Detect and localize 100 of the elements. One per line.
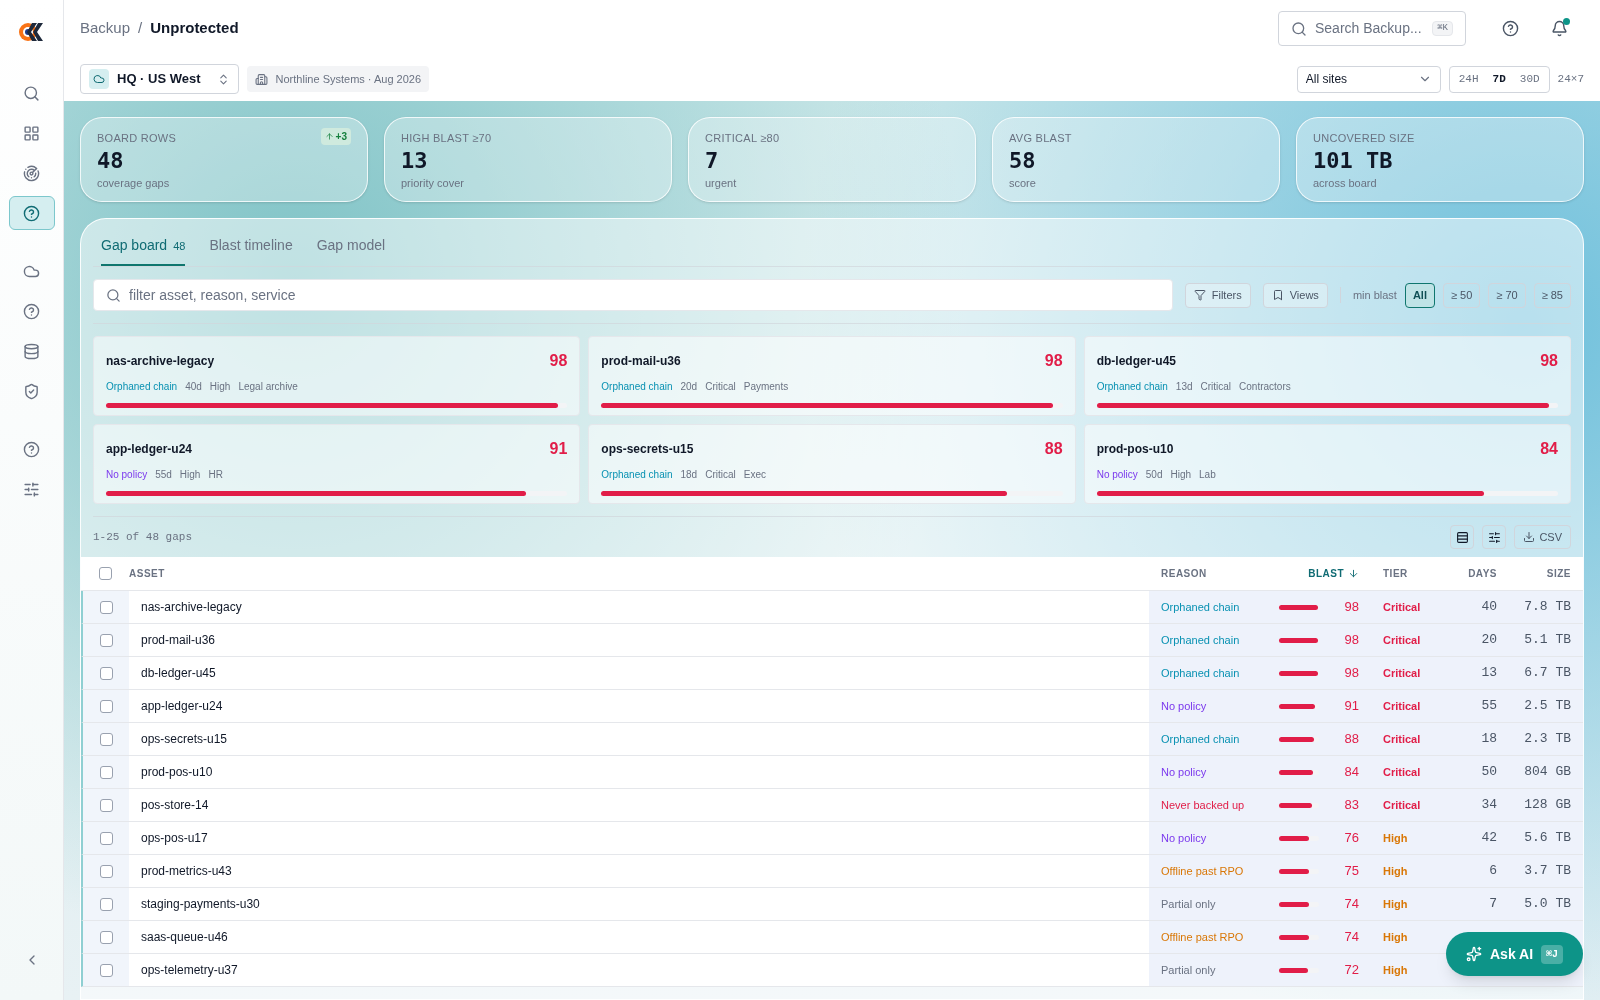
column-header[interactable]: BLAST xyxy=(1273,566,1359,581)
days-text: 50d xyxy=(1145,468,1163,482)
blast-cell-text: 84 xyxy=(1343,763,1359,782)
days-text: 55d xyxy=(155,468,172,482)
radar-icon xyxy=(23,164,40,182)
shield-check-icon xyxy=(23,382,40,400)
bookmark-icon xyxy=(1271,289,1284,301)
rows-icon xyxy=(1455,530,1469,544)
column-header[interactable]: REASON xyxy=(1149,566,1273,581)
tab[interactable]: Blast timeline xyxy=(209,227,293,266)
column-header[interactable]: DAYS xyxy=(1435,566,1497,581)
min-blast-label: min blast xyxy=(1352,287,1397,303)
sites-dropdown[interactable]: All sites xyxy=(1296,65,1441,93)
range-option[interactable]: 30D xyxy=(1512,68,1547,90)
filter-field[interactable]: filter asset, reason, service xyxy=(93,279,1173,311)
grid-icon xyxy=(23,124,40,142)
reason-text: Orphaned chain xyxy=(601,380,673,394)
filters-button[interactable]: Filters xyxy=(1184,282,1251,308)
delta-badge: +3 xyxy=(320,128,351,145)
row-checkbox[interactable] xyxy=(99,732,113,746)
reason-cell-text: No policy xyxy=(1160,764,1208,780)
days-cell-text: 50 xyxy=(1480,763,1497,782)
density-button[interactable] xyxy=(1450,525,1475,549)
blast-cell-text: 75 xyxy=(1343,862,1359,881)
site-selector[interactable]: HQ · US West xyxy=(80,64,239,94)
gap-card[interactable]: prod-mail-u36 98 Orphaned chain 20d Critical Payments xyxy=(588,336,1076,416)
days-text: 20d xyxy=(680,380,698,394)
row-checkbox[interactable] xyxy=(99,930,113,944)
reason-text: Orphaned chain xyxy=(1096,380,1168,394)
range-option[interactable]: 24H xyxy=(1451,68,1486,90)
reason-cell-text: No policy xyxy=(1160,830,1208,846)
asset-cell-text: prod-metrics-u43 xyxy=(140,863,233,880)
select-all-checkbox[interactable] xyxy=(98,567,112,580)
help-icon xyxy=(23,302,40,320)
column-header[interactable]: SIZE xyxy=(1497,566,1583,581)
reason-text: Orphaned chain xyxy=(106,380,178,394)
row-checkbox[interactable] xyxy=(99,600,113,614)
tab[interactable]: Gap model xyxy=(316,227,386,266)
row-checkbox[interactable] xyxy=(99,897,113,911)
sort-icon xyxy=(1348,568,1359,579)
search-icon xyxy=(23,84,40,102)
tier-text: Critical xyxy=(705,468,736,482)
days-cell-text: 6 xyxy=(1488,862,1497,881)
tier-cell-text: Critical xyxy=(1382,599,1422,615)
blast-chip[interactable]: ≥ 50 xyxy=(1442,282,1481,308)
blast-chip[interactable]: ≥ 85 xyxy=(1533,282,1571,308)
blast-score: 88 xyxy=(1044,439,1063,459)
columns-button[interactable] xyxy=(1482,525,1507,549)
up-arrow-icon xyxy=(324,132,334,141)
search-field[interactable]: Search Backup... ⌘K xyxy=(1278,11,1466,46)
breadcrumb-link[interactable]: Backup xyxy=(80,17,131,40)
row-checkbox[interactable] xyxy=(99,633,113,647)
kpi-caption: priority cover xyxy=(401,175,465,191)
days-cell-text: 55 xyxy=(1480,697,1497,716)
asset-name: ops-secrets-u15 xyxy=(601,441,694,458)
asset-cell-text: staging-payments-u30 xyxy=(140,896,261,913)
row-checkbox[interactable] xyxy=(99,699,113,713)
row-checkbox[interactable] xyxy=(99,798,113,812)
asset-name: db-ledger-u45 xyxy=(1096,353,1176,370)
reason-cell-text: Orphaned chain xyxy=(1160,632,1241,648)
blast-chip[interactable]: All xyxy=(1404,282,1435,308)
size-cell-text: 3.7 TB xyxy=(1523,862,1572,881)
asset-name: prod-mail-u36 xyxy=(601,353,681,370)
sidebar-item[interactable] xyxy=(8,196,55,230)
row-checkbox[interactable] xyxy=(99,666,113,680)
logo-icon xyxy=(17,21,46,43)
tier-cell-text: Critical xyxy=(1382,698,1422,714)
row-checkbox[interactable] xyxy=(99,864,113,878)
gap-card[interactable]: db-ledger-u45 98 Orphaned chain 13d Critical Contractors xyxy=(1083,336,1571,416)
asset-cell-text: db-ledger-u45 xyxy=(140,665,217,682)
row-checkbox[interactable] xyxy=(99,765,113,779)
help-icon xyxy=(23,204,40,222)
ask-ai-button[interactable]: Ask AI ⌘J xyxy=(1446,932,1584,976)
gap-card[interactable]: ops-secrets-u15 88 Orphaned chain 18d Critical Exec xyxy=(588,424,1076,504)
size-cell-text: 5.1 TB xyxy=(1523,631,1572,650)
notifications-icon[interactable] xyxy=(1551,20,1568,37)
gap-card[interactable]: nas-archive-legacy 98 Orphaned chain 40d High Legal archive xyxy=(93,336,581,416)
kpi-label: UNCOVERED SIZE xyxy=(1313,131,1415,146)
column-header[interactable]: ASSET xyxy=(129,566,1149,581)
gap-card[interactable]: app-ledger-u24 91 No policy 55d High HR xyxy=(93,424,581,504)
tab[interactable]: Gap board 48 xyxy=(101,227,186,266)
views-button[interactable]: Views xyxy=(1262,282,1328,308)
group-text: Contractors xyxy=(1239,380,1291,394)
tier-cell-text: Critical xyxy=(1382,764,1422,780)
blast-chip[interactable]: ≥ 70 xyxy=(1488,282,1526,308)
csv-button[interactable]: CSV xyxy=(1514,525,1571,549)
reason-cell-text: No policy xyxy=(1160,698,1208,714)
help-icon[interactable] xyxy=(1502,20,1519,37)
reason-cell-text: Never backed up xyxy=(1160,797,1246,813)
cloud-icon xyxy=(93,73,105,85)
row-checkbox[interactable] xyxy=(99,963,113,977)
kpi-label: HIGH BLAST ≥70 xyxy=(401,131,492,146)
blast-cell-text: 91 xyxy=(1343,697,1359,716)
size-cell-text: 2.5 TB xyxy=(1523,697,1572,716)
column-header[interactable]: TIER xyxy=(1359,566,1435,581)
asset-cell-text: prod-pos-u10 xyxy=(140,764,214,781)
filter-icon xyxy=(1193,289,1206,301)
row-checkbox[interactable] xyxy=(99,831,113,845)
sliders-icon xyxy=(23,480,40,498)
gap-card[interactable]: prod-pos-u10 84 No policy 50d High Lab xyxy=(1083,424,1571,504)
